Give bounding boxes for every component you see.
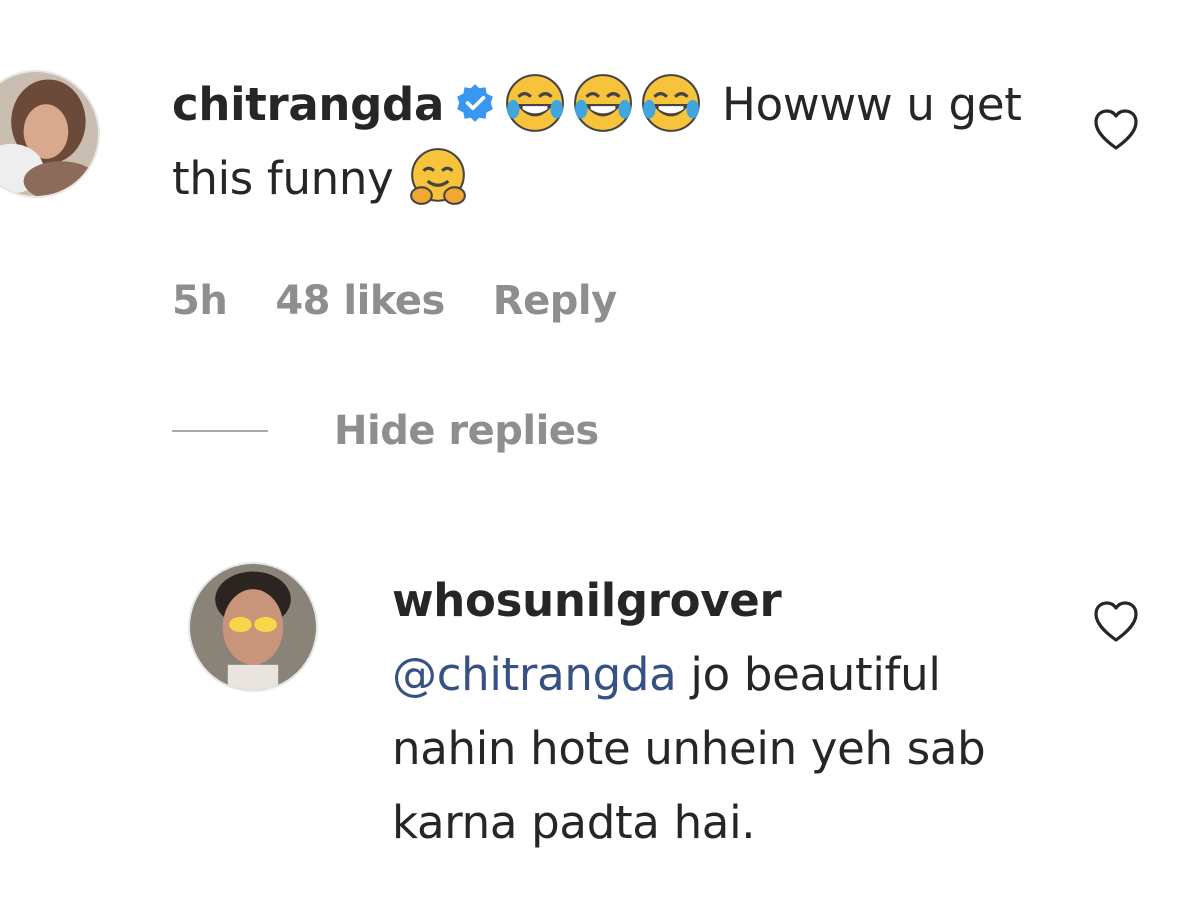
reply-body: whosunilgrover @chitrangda jo beautiful … [392,564,1052,860]
face-with-tears-of-joy-icon [572,72,634,134]
comment-time: 5h [172,278,228,324]
verified-badge-icon [454,82,496,124]
like-comment-heart-icon[interactable] [1092,106,1140,154]
hide-replies-button[interactable]: Hide replies [172,408,599,454]
reply-button[interactable]: Reply [493,278,617,324]
avatar-photo-icon [190,564,316,690]
like-reply-heart-icon[interactable] [1092,598,1140,646]
comment-body: chitrangda Howww u get this funny [172,68,1072,216]
face-with-tears-of-joy-icon [640,72,702,134]
face-with-tears-of-joy-icon [504,72,566,134]
comments-panel: chitrangda Howww u get this funny 5h 48 … [0,0,1200,900]
reply-text-block: @chitrangda jo beautiful nahin hote unhe… [392,638,1052,860]
hugging-face-icon [407,146,469,208]
comment-meta: 5h 48 likes Reply [172,278,617,324]
comment-username[interactable]: chitrangda [172,78,444,131]
reply-avatar[interactable] [188,562,318,692]
hide-replies-label: Hide replies [334,408,599,454]
commenter-avatar[interactable] [0,70,100,198]
mention-link[interactable]: @chitrangda [392,648,677,701]
avatar-photo-icon [0,72,98,196]
reply-username[interactable]: whosunilgrover [392,564,1052,638]
comment-likes[interactable]: 48 likes [275,278,445,324]
divider-line [172,430,268,432]
